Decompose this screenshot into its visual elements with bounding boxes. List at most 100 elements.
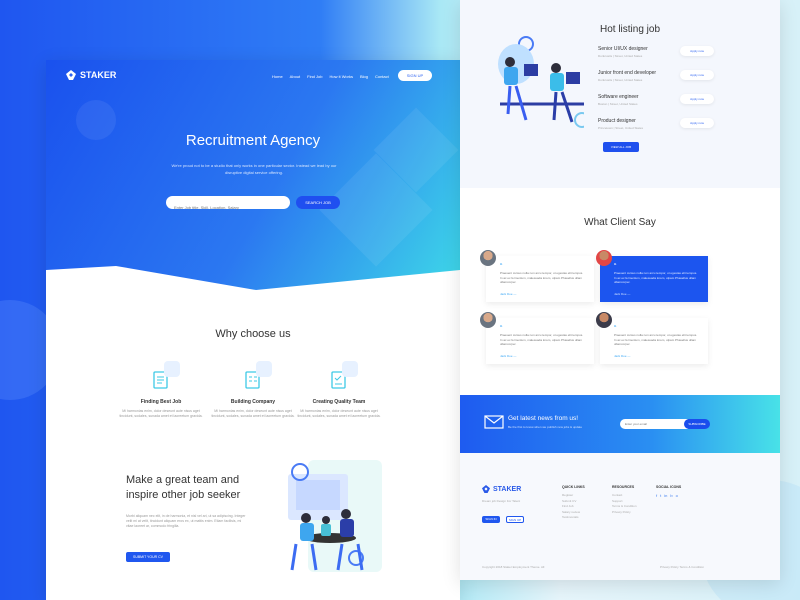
search-job-button[interactable]: SEARCH JOB <box>296 196 340 209</box>
brand-logo[interactable]: STAKER <box>66 70 116 80</box>
feature-card: Building Company Mi harmonias enim, dolo… <box>208 361 298 419</box>
nav-link-about[interactable]: About <box>290 74 300 79</box>
top-navbar: STAKER Home About Find Job How it Works … <box>46 70 460 90</box>
testimonial-text: Praesent cursus nulla non arcu tempor, u… <box>500 271 584 284</box>
job-row[interactable]: Junior front end developer Dunkrustis | … <box>598 70 748 90</box>
copyright-text: Copyright 2018 Staker Employment Theme. … <box>482 565 545 569</box>
feature-card: Finding Best Job Mi harmonias enim, dolo… <box>116 361 206 419</box>
job-meta: Princetown | Street, United States <box>598 126 643 130</box>
footer-social: SOCIAL ICONS f t in b o <box>656 485 681 499</box>
apply-now-button[interactable]: Apply now <box>680 94 714 104</box>
job-meta: Dunkrustis | Street, United States <box>598 54 643 58</box>
footer-column-title: RESOURCES <box>612 485 635 489</box>
footer-link[interactable]: Terms & Condition <box>612 504 637 510</box>
hero-title: Recruitment Agency <box>185 132 321 149</box>
quote-icon: “ <box>614 325 617 331</box>
footer-signup-button[interactable]: SIGN UP <box>506 516 524 523</box>
twitter-icon[interactable]: t <box>660 493 661 499</box>
team-meeting-illustration <box>288 460 382 572</box>
footer-signin-button[interactable]: SIGN IN <box>482 516 500 523</box>
footer: STAKER Dream job Design For Talent SIGN … <box>460 453 780 580</box>
job-meta: Dunkrustis | Street, United States <box>598 78 643 82</box>
testimonial-text: Praesent cursus nulla non arcu tempor, u… <box>614 333 698 346</box>
job-row[interactable]: Product designer Princetown | Street, Un… <box>598 118 748 138</box>
hot-listing-section: Hot listing job Senior UI/UX designer Du… <box>460 0 780 188</box>
nav-link-blog[interactable]: Blog <box>360 74 368 79</box>
footer-description: Dream job Design For Talent <box>482 499 521 503</box>
testimonial-text: Praesent cursus nulla non arcu tempor, u… <box>614 271 698 284</box>
team-section-title: Make a great team and inspire other job … <box>126 474 241 501</box>
nav-link-how-it-works[interactable]: How it Works <box>329 74 352 79</box>
policy-links[interactable]: Privacy Policy Terms & Condition <box>660 565 704 569</box>
job-row[interactable]: Senior UI/UX designer Dunkrustis | Stree… <box>598 46 748 66</box>
hot-listing-title: Hot listing job <box>600 24 661 35</box>
newsletter-section: Get latest news from us! Be the first to… <box>460 395 780 453</box>
job-row[interactable]: Software engineer Boston | Street, Unite… <box>598 94 748 114</box>
footer-link[interactable]: Testimonials <box>562 515 585 521</box>
feature-title: Creating Quality Team <box>312 399 366 405</box>
job-search-bar <box>166 196 290 214</box>
nav-link-contact[interactable]: Contact <box>375 74 389 79</box>
avatar <box>596 312 612 328</box>
feature-text: Mi harmonias enim, dolor deseunt aute ni… <box>119 409 203 418</box>
footer-brand-name: STAKER <box>493 485 522 493</box>
feature-text: Mi harmonias enim, dolor deseunt aute ni… <box>211 409 295 418</box>
mail-icon <box>484 415 504 429</box>
why-choose-title: Why choose us <box>215 328 291 340</box>
testimonial-author: Jack Doe — <box>614 354 631 358</box>
submit-cv-button[interactable]: SUBMIT YOUR CV <box>126 552 170 562</box>
client-section-title: What Client Say <box>584 217 656 228</box>
instagram-icon[interactable]: o <box>676 493 678 499</box>
office-workers-illustration <box>498 36 584 128</box>
hero-wave-divider <box>46 266 460 306</box>
logo-icon <box>482 485 490 493</box>
job-search-input[interactable] <box>166 201 290 214</box>
quote-icon: “ <box>500 263 503 269</box>
testimonial-card: “ Praesent cursus nulla non arcu tempor,… <box>486 318 594 364</box>
footer-column-title: SOCIAL ICONS <box>656 485 682 489</box>
facebook-icon[interactable]: f <box>656 493 657 499</box>
view-all-jobs-button[interactable]: VIEW ALL JOB <box>603 142 639 152</box>
feature-text: Mi harmonias enim, dolor deseunt aute ni… <box>297 409 381 418</box>
quote-icon: “ <box>500 325 503 331</box>
job-meta: Boston | Street, United States <box>598 102 638 106</box>
newsletter-title: Get latest news from us! <box>508 415 579 422</box>
testimonial-card: “ Praesent cursus nulla non arcu tempor,… <box>600 318 708 364</box>
logo-icon <box>66 70 76 80</box>
avatar <box>480 250 496 266</box>
feature-icon <box>146 361 180 395</box>
apply-now-button[interactable]: Apply now <box>680 118 714 128</box>
landing-page-right: Hot listing job Senior UI/UX designer Du… <box>460 0 780 580</box>
avatar <box>596 250 612 266</box>
footer-logo[interactable]: STAKER <box>482 485 521 493</box>
footer-resources: RESOURCES Contact Support Terms & Condit… <box>612 485 637 515</box>
signup-button[interactable]: SIGN UP <box>398 70 432 81</box>
landing-page-left: STAKER Home About Find Job How it Works … <box>46 60 460 600</box>
apply-now-button[interactable]: Apply now <box>680 70 714 80</box>
testimonial-author: Jack Doe — <box>500 354 517 358</box>
job-title: Software engineer <box>598 94 639 100</box>
newsletter-email-input[interactable] <box>620 419 688 429</box>
job-title: Senior UI/UX designer <box>598 46 648 52</box>
subscribe-button[interactable]: SUBSCRIBE <box>684 419 710 429</box>
quote-icon: “ <box>614 263 617 269</box>
apply-now-button[interactable]: Apply now <box>680 46 714 56</box>
nav-links: Home About Find Job How it Works Blog Co… <box>272 74 389 79</box>
testimonial-author: Jack Doe — <box>500 292 517 296</box>
linkedin-icon[interactable]: in <box>664 493 667 499</box>
footer-link[interactable]: Privacy Policy <box>612 510 637 516</box>
nav-link-find-job[interactable]: Find Job <box>307 74 322 79</box>
feature-icon <box>238 361 272 395</box>
feature-icon <box>324 361 358 395</box>
testimonial-card-active: “ Praesent cursus nulla non arcu tempor,… <box>600 256 708 302</box>
feature-title: Building Company <box>230 399 276 405</box>
testimonial-author: Jack Doe — <box>614 292 631 296</box>
nav-link-home[interactable]: Home <box>272 74 283 79</box>
behance-icon[interactable]: b <box>670 493 672 499</box>
avatar <box>480 312 496 328</box>
feature-card: Creating Quality Team Mi harmonias enim,… <box>294 361 384 419</box>
job-title: Junior front end developer <box>598 70 657 76</box>
team-section-text: Morbi aliquam nec elit, in de harmonia, … <box>126 514 246 528</box>
brand-name: STAKER <box>80 70 117 80</box>
newsletter-subtitle: Be the first to know when we publish new… <box>508 425 583 429</box>
